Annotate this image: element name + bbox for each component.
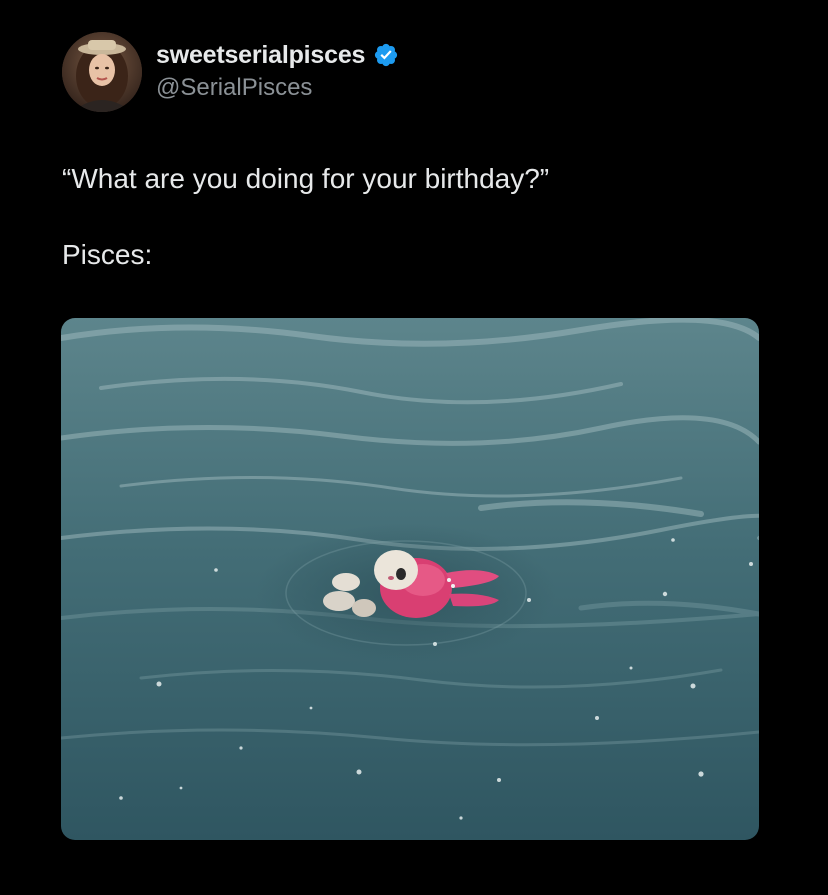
author-avatar[interactable] bbox=[62, 32, 142, 112]
tweet-text: “What are you doing for your birthday?” … bbox=[62, 160, 762, 312]
author-name-row: sweetserialpisces bbox=[156, 40, 399, 70]
tweet: sweetserialpisces @SerialPisces “What ar… bbox=[0, 0, 828, 895]
verified-badge-icon bbox=[373, 42, 399, 68]
author-display-name[interactable]: sweetserialpisces bbox=[156, 41, 365, 70]
author-handle[interactable]: @SerialPisces bbox=[156, 74, 312, 102]
tweet-text-line: “What are you doing for your birthday?” bbox=[62, 163, 550, 194]
photo-plush-toy-floating-in-water-icon bbox=[61, 318, 759, 840]
tweet-text-line: Pisces: bbox=[62, 239, 153, 270]
tweet-photo[interactable] bbox=[61, 318, 759, 840]
avatar-image-icon bbox=[62, 32, 142, 112]
